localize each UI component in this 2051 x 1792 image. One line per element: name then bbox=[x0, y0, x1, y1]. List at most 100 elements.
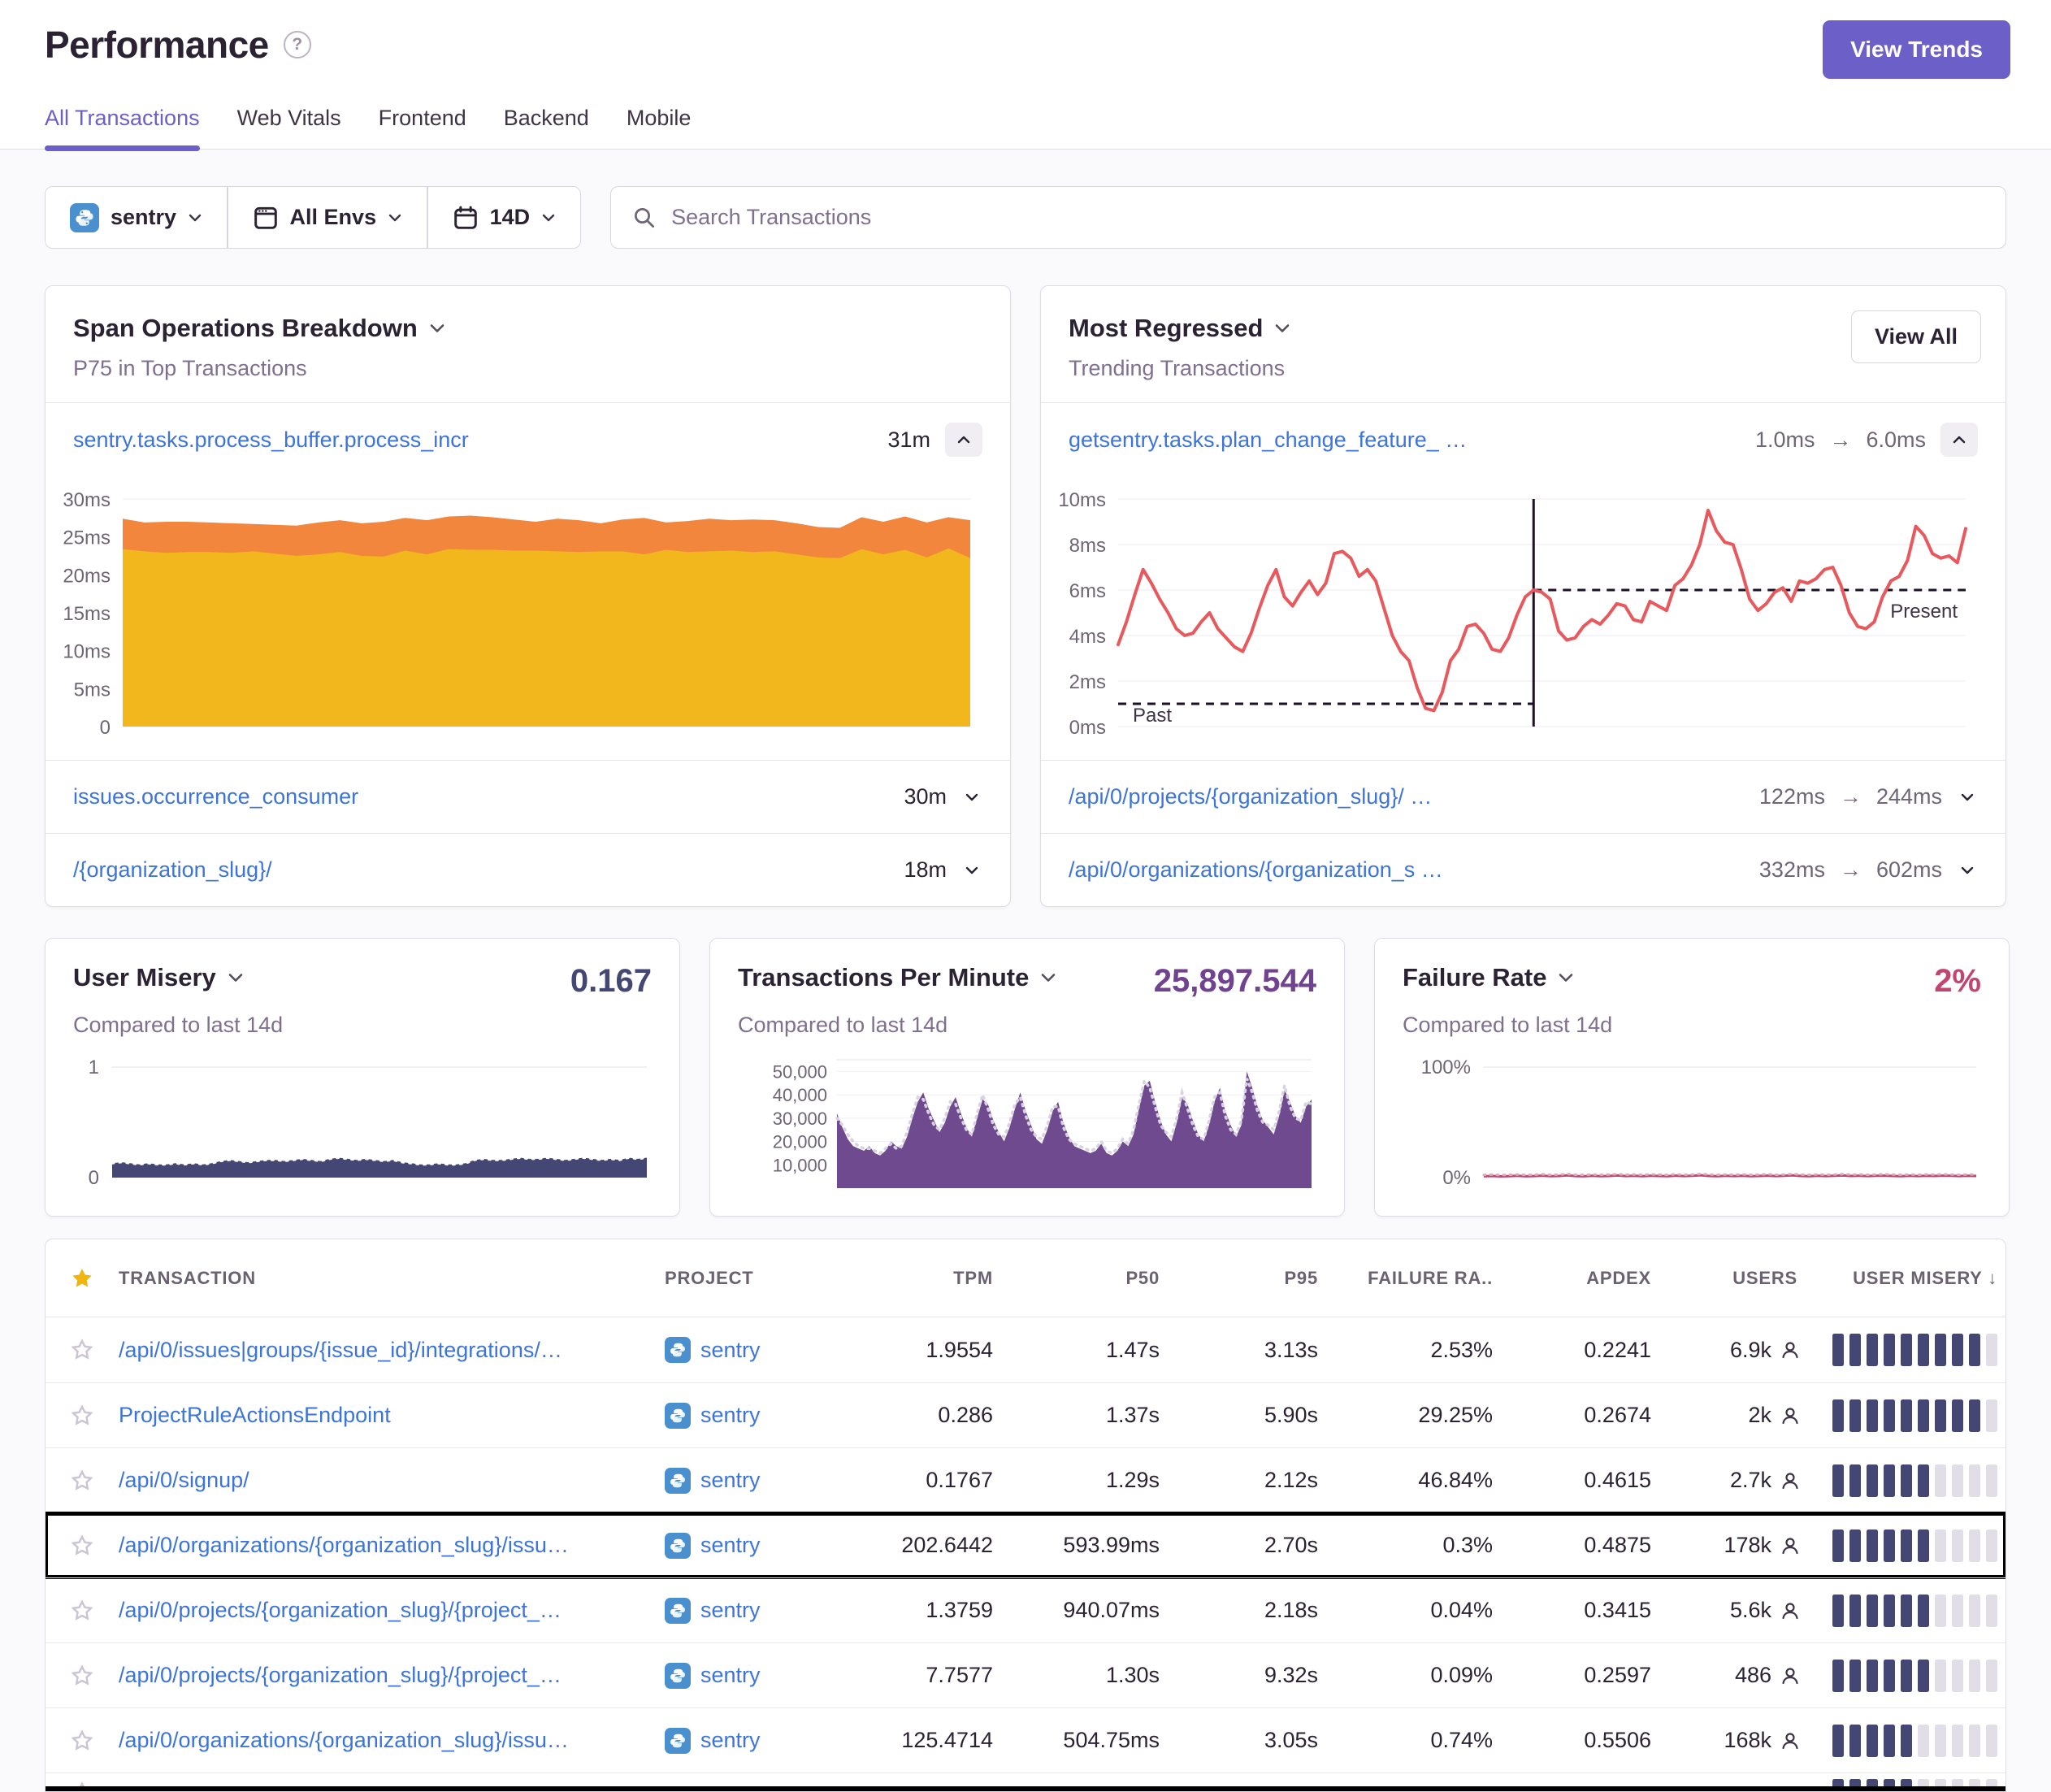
span-op-link[interactable]: /{organization_slug}/ bbox=[73, 857, 272, 883]
project-cell[interactable]: sentry bbox=[665, 1663, 856, 1689]
svg-text:Past: Past bbox=[1133, 705, 1172, 727]
project-link: sentry bbox=[700, 1468, 761, 1493]
col-failure-rate[interactable]: FAILURE RA.. bbox=[1323, 1268, 1498, 1289]
project-link: sentry bbox=[700, 1728, 761, 1753]
project-cell[interactable]: sentry bbox=[665, 1728, 856, 1754]
project-selector[interactable]: sentry bbox=[46, 187, 227, 248]
table-row[interactable]: /api/0/signup/ sentry 0.1767 1.29s 2.12s… bbox=[46, 1447, 2005, 1512]
python-project-icon bbox=[665, 1533, 691, 1559]
span-op-link[interactable]: sentry.tasks.process_buffer.process_incr bbox=[73, 427, 469, 453]
col-apdex[interactable]: APDEX bbox=[1498, 1268, 1656, 1289]
table-row[interactable]: /api/0/organizations/{organization_slug}… bbox=[46, 1512, 2005, 1577]
chevron-down-icon bbox=[541, 213, 556, 223]
star-outline-icon[interactable] bbox=[70, 1404, 94, 1428]
user-icon bbox=[1780, 1600, 1801, 1621]
chevron-down-icon[interactable] bbox=[961, 862, 982, 879]
regressed-transaction-link[interactable]: /api/0/projects/{organization_slug}/ … bbox=[1069, 784, 1432, 809]
user-misery-panel: User Misery 0.167 Compared to last 14d 1… bbox=[45, 938, 680, 1217]
chevron-down-icon[interactable] bbox=[1274, 323, 1290, 334]
star-outline-icon[interactable] bbox=[70, 1664, 94, 1688]
table-row[interactable] bbox=[46, 1772, 2005, 1791]
project-cell[interactable]: sentry bbox=[665, 1533, 856, 1559]
star-outline-icon[interactable] bbox=[70, 1534, 94, 1558]
span-op-duration: 18m bbox=[904, 857, 947, 883]
help-icon[interactable]: ? bbox=[284, 31, 311, 59]
svg-text:40,000: 40,000 bbox=[773, 1085, 827, 1105]
table-row[interactable]: /api/0/issues|groups/{issue_id}/integrat… bbox=[46, 1317, 2005, 1382]
transaction-link[interactable]: /api/0/issues|groups/{issue_id}/integrat… bbox=[119, 1338, 665, 1363]
span-op-link[interactable]: issues.occurrence_consumer bbox=[73, 784, 358, 809]
regressed-transaction-link[interactable]: /api/0/organizations/{organization_s … bbox=[1069, 857, 1443, 883]
tab-mobile[interactable]: Mobile bbox=[627, 106, 692, 149]
star-outline-icon[interactable] bbox=[70, 1338, 94, 1362]
tab-backend[interactable]: Backend bbox=[504, 106, 589, 149]
svg-text:30,000: 30,000 bbox=[773, 1109, 827, 1129]
svg-text:0ms: 0ms bbox=[1069, 717, 1106, 739]
arrow-right-icon: → bbox=[1840, 857, 1862, 883]
star-outline-icon[interactable] bbox=[70, 1599, 94, 1623]
col-project[interactable]: PROJECT bbox=[665, 1268, 856, 1289]
regressed-transaction-link[interactable]: getsentry.tasks.plan_change_feature_ … bbox=[1069, 427, 1467, 453]
chevron-down-icon[interactable] bbox=[1957, 789, 1978, 805]
arrow-right-icon: → bbox=[1840, 784, 1862, 809]
p95-cell: 5.90s bbox=[1164, 1403, 1323, 1428]
project-cell[interactable]: sentry bbox=[665, 1337, 856, 1363]
chevron-down-icon[interactable] bbox=[1957, 862, 1978, 879]
date-range-selector[interactable]: 14D bbox=[428, 187, 581, 248]
table-row[interactable]: /api/0/organizations/{organization_slug}… bbox=[46, 1707, 2005, 1772]
tpm-value: 25,897.544 bbox=[1154, 963, 1316, 1000]
chevron-down-icon[interactable] bbox=[961, 789, 982, 805]
col-p50[interactable]: P50 bbox=[998, 1268, 1164, 1289]
col-transaction[interactable]: TRANSACTION bbox=[119, 1268, 665, 1289]
failure-rate-cell: 0.09% bbox=[1323, 1663, 1498, 1688]
chevron-down-icon[interactable] bbox=[429, 323, 445, 334]
svg-text:0%: 0% bbox=[1442, 1167, 1471, 1189]
search-transactions-box[interactable] bbox=[610, 186, 2006, 249]
view-trends-button[interactable]: View Trends bbox=[1823, 20, 2010, 79]
svg-text:20,000: 20,000 bbox=[773, 1132, 827, 1152]
star-outline-icon[interactable] bbox=[70, 1781, 94, 1792]
transaction-link[interactable]: /api/0/signup/ bbox=[119, 1468, 665, 1493]
col-p95[interactable]: P95 bbox=[1164, 1268, 1323, 1289]
environment-selector[interactable]: All Envs bbox=[228, 187, 427, 248]
table-row[interactable]: /api/0/projects/{organization_slug}/{pro… bbox=[46, 1642, 2005, 1707]
star-outline-icon[interactable] bbox=[70, 1469, 94, 1493]
tab-all-transactions[interactable]: All Transactions bbox=[45, 106, 200, 149]
search-input[interactable] bbox=[671, 205, 1984, 230]
transaction-link[interactable]: /api/0/organizations/{organization_slug}… bbox=[119, 1728, 665, 1753]
col-users[interactable]: USERS bbox=[1656, 1268, 1802, 1289]
tab-web-vitals[interactable]: Web Vitals bbox=[237, 106, 341, 149]
failure-rate-subtitle: Compared to last 14d bbox=[1403, 1013, 1981, 1038]
star-outline-icon[interactable] bbox=[70, 1729, 94, 1753]
apdex-cell: 0.2597 bbox=[1498, 1663, 1656, 1688]
top-header: Performance ? View Trends All Transactio… bbox=[0, 0, 2051, 150]
transaction-link[interactable]: /api/0/projects/{organization_slug}/{pro… bbox=[119, 1663, 665, 1688]
collapse-button[interactable] bbox=[1940, 423, 1978, 457]
svg-text:5ms: 5ms bbox=[74, 679, 111, 701]
transaction-link[interactable]: ProjectRuleActionsEndpoint bbox=[119, 1403, 665, 1428]
project-cell[interactable]: sentry bbox=[665, 1468, 856, 1494]
tpm-cell: 125.4714 bbox=[856, 1728, 998, 1753]
project-cell[interactable]: sentry bbox=[665, 1598, 856, 1624]
date-range-label: 14D bbox=[490, 205, 531, 230]
project-link: sentry bbox=[700, 1663, 761, 1688]
failure-rate-cell: 29.25% bbox=[1323, 1403, 1498, 1428]
chevron-down-icon[interactable] bbox=[1558, 972, 1574, 983]
chevron-down-icon[interactable] bbox=[1040, 972, 1056, 983]
chevron-down-icon[interactable] bbox=[228, 972, 244, 983]
col-user-misery[interactable]: USER MISERY ↓ bbox=[1802, 1268, 2005, 1289]
table-row[interactable]: /api/0/projects/{organization_slug}/{pro… bbox=[46, 1577, 2005, 1642]
tpm-cell: 0.286 bbox=[856, 1403, 998, 1428]
p50-cell: 1.29s bbox=[998, 1468, 1164, 1493]
table-row[interactable]: ProjectRuleActionsEndpoint sentry 0.286 … bbox=[46, 1382, 2005, 1447]
transaction-link[interactable]: /api/0/projects/{organization_slug}/{pro… bbox=[119, 1598, 665, 1623]
tab-frontend[interactable]: Frontend bbox=[379, 106, 466, 149]
view-all-button[interactable]: View All bbox=[1851, 310, 1981, 363]
p95-cell: 2.18s bbox=[1164, 1598, 1323, 1623]
transaction-link[interactable]: /api/0/organizations/{organization_slug}… bbox=[119, 1533, 665, 1558]
col-tpm[interactable]: TPM bbox=[856, 1268, 998, 1289]
collapse-button[interactable] bbox=[945, 423, 982, 457]
project-cell[interactable]: sentry bbox=[665, 1403, 856, 1429]
user-icon bbox=[1780, 1535, 1801, 1556]
favorites-star-icon[interactable] bbox=[70, 1266, 94, 1291]
